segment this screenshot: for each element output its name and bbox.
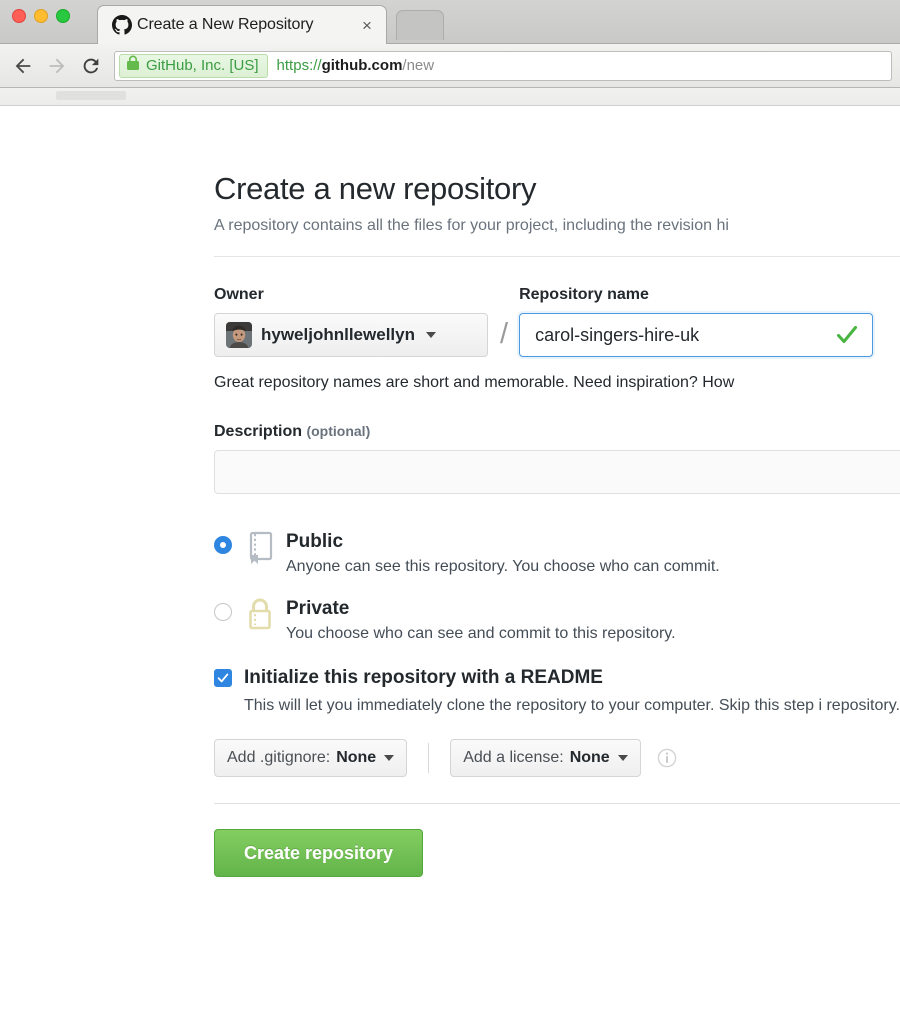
repository-name-input[interactable]: carol-singers-hire-uk bbox=[519, 313, 874, 357]
license-label: Add a license: bbox=[463, 749, 564, 767]
chevron-down-icon bbox=[425, 332, 436, 338]
owner-repo-row: Owner hyweljohnllewellyn / Repository na… bbox=[214, 286, 900, 357]
bookmark-item[interactable] bbox=[56, 91, 126, 100]
gitignore-label: Add .gitignore: bbox=[227, 749, 331, 767]
url-host: github.com bbox=[321, 57, 403, 74]
window-controls bbox=[12, 9, 70, 23]
repository-name-value: carol-singers-hire-uk bbox=[535, 324, 700, 345]
user-avatar bbox=[226, 322, 252, 348]
green-check-icon bbox=[835, 323, 859, 347]
browser-tab[interactable]: Create a New Repository × bbox=[97, 5, 387, 44]
readme-checkbox[interactable] bbox=[214, 668, 232, 687]
owner-repo-separator: / bbox=[500, 318, 509, 350]
visibility-option-private[interactable]: Private You choose who can see and commi… bbox=[214, 597, 900, 643]
create-repository-button[interactable]: Create repository bbox=[214, 829, 423, 878]
repository-name-label: Repository name bbox=[519, 286, 649, 303]
repository-name-field: Repository name carol-singers-hire-uk bbox=[519, 286, 874, 357]
description-label: Description (optional) bbox=[214, 423, 900, 441]
repository-name-hint: Great repository names are short and mem… bbox=[214, 374, 735, 391]
lock-icon bbox=[126, 55, 140, 76]
tab-strip: Create a New Repository × bbox=[0, 0, 900, 44]
description-label-text: Description bbox=[214, 423, 303, 440]
owner-name: hyweljohnllewellyn bbox=[261, 325, 415, 344]
visibility-private-desc: You choose who can see and commit to thi… bbox=[286, 624, 676, 642]
visibility-options: Public Anyone can see this repository. Y… bbox=[214, 530, 900, 643]
url-scheme: https:// bbox=[276, 57, 322, 74]
chevron-down-icon bbox=[617, 755, 628, 762]
readme-description: This will let you immediately clone the … bbox=[244, 696, 900, 714]
description-optional-text: (optional) bbox=[306, 423, 371, 439]
visibility-public-desc: Anyone can see this repository. You choo… bbox=[286, 557, 720, 575]
readme-option: Initialize this repository with a README… bbox=[214, 667, 900, 718]
license-value: None bbox=[569, 749, 610, 767]
template-options-row: Add .gitignore: None Add a license: None bbox=[214, 739, 900, 778]
minimize-window-button[interactable] bbox=[34, 9, 48, 23]
description-input[interactable] bbox=[214, 450, 900, 494]
forward-arrow-icon bbox=[40, 49, 74, 83]
readme-header[interactable]: Initialize this repository with a README bbox=[214, 667, 900, 689]
page-title: Create a new repository bbox=[214, 171, 537, 206]
description-field: Description (optional) bbox=[214, 423, 900, 494]
security-badge[interactable]: GitHub, Inc. [US] bbox=[119, 53, 268, 78]
visibility-private-title: Private bbox=[286, 597, 350, 619]
gitignore-dropdown[interactable]: Add .gitignore: None bbox=[214, 739, 408, 778]
readme-title: Initialize this repository with a README bbox=[244, 666, 603, 688]
reload-icon[interactable] bbox=[74, 49, 108, 83]
page-content: Create a new repository A repository con… bbox=[0, 106, 900, 1024]
radio-public[interactable] bbox=[214, 536, 232, 554]
maximize-window-button[interactable] bbox=[56, 9, 70, 23]
browser-chrome: Create a New Repository × GitHub, Inc. [… bbox=[0, 0, 900, 106]
visibility-public-text: Public Anyone can see this repository. Y… bbox=[286, 530, 900, 576]
header-divider bbox=[214, 256, 900, 257]
owner-field: Owner hyweljohnllewellyn bbox=[214, 286, 489, 357]
page-subtitle: A repository contains all the files for … bbox=[214, 217, 729, 234]
tab-title: Create a New Repository bbox=[137, 16, 314, 33]
url-path: /new bbox=[402, 57, 435, 74]
bookmarks-bar[interactable] bbox=[0, 88, 900, 106]
github-octocat-icon bbox=[112, 15, 132, 35]
browser-toolbar: GitHub, Inc. [US] https://github.com/new bbox=[0, 44, 900, 88]
visibility-option-public[interactable]: Public Anyone can see this repository. Y… bbox=[214, 530, 900, 576]
new-tab-button[interactable] bbox=[396, 10, 444, 40]
visibility-private-text: Private You choose who can see and commi… bbox=[286, 597, 900, 643]
lock-icon bbox=[244, 598, 274, 632]
visibility-public-title: Public bbox=[286, 531, 344, 552]
back-arrow-icon[interactable] bbox=[6, 49, 40, 83]
radio-private[interactable] bbox=[214, 602, 232, 621]
footer-divider bbox=[214, 803, 900, 805]
certificate-owner: GitHub, Inc. [US] bbox=[146, 57, 259, 74]
gitignore-value: None bbox=[336, 749, 377, 767]
owner-dropdown[interactable]: hyweljohnllewellyn bbox=[214, 313, 488, 357]
close-window-button[interactable] bbox=[12, 9, 26, 23]
address-bar[interactable]: GitHub, Inc. [US] https://github.com/new bbox=[114, 50, 892, 81]
repo-book-icon bbox=[244, 531, 274, 565]
info-icon[interactable] bbox=[657, 748, 677, 768]
dropdown-separator bbox=[428, 743, 430, 774]
chevron-down-icon bbox=[384, 755, 395, 762]
license-dropdown[interactable]: Add a license: None bbox=[450, 739, 641, 778]
owner-label: Owner bbox=[214, 286, 264, 303]
close-icon[interactable]: × bbox=[356, 14, 378, 36]
url-text[interactable]: https://github.com/new bbox=[277, 57, 435, 74]
